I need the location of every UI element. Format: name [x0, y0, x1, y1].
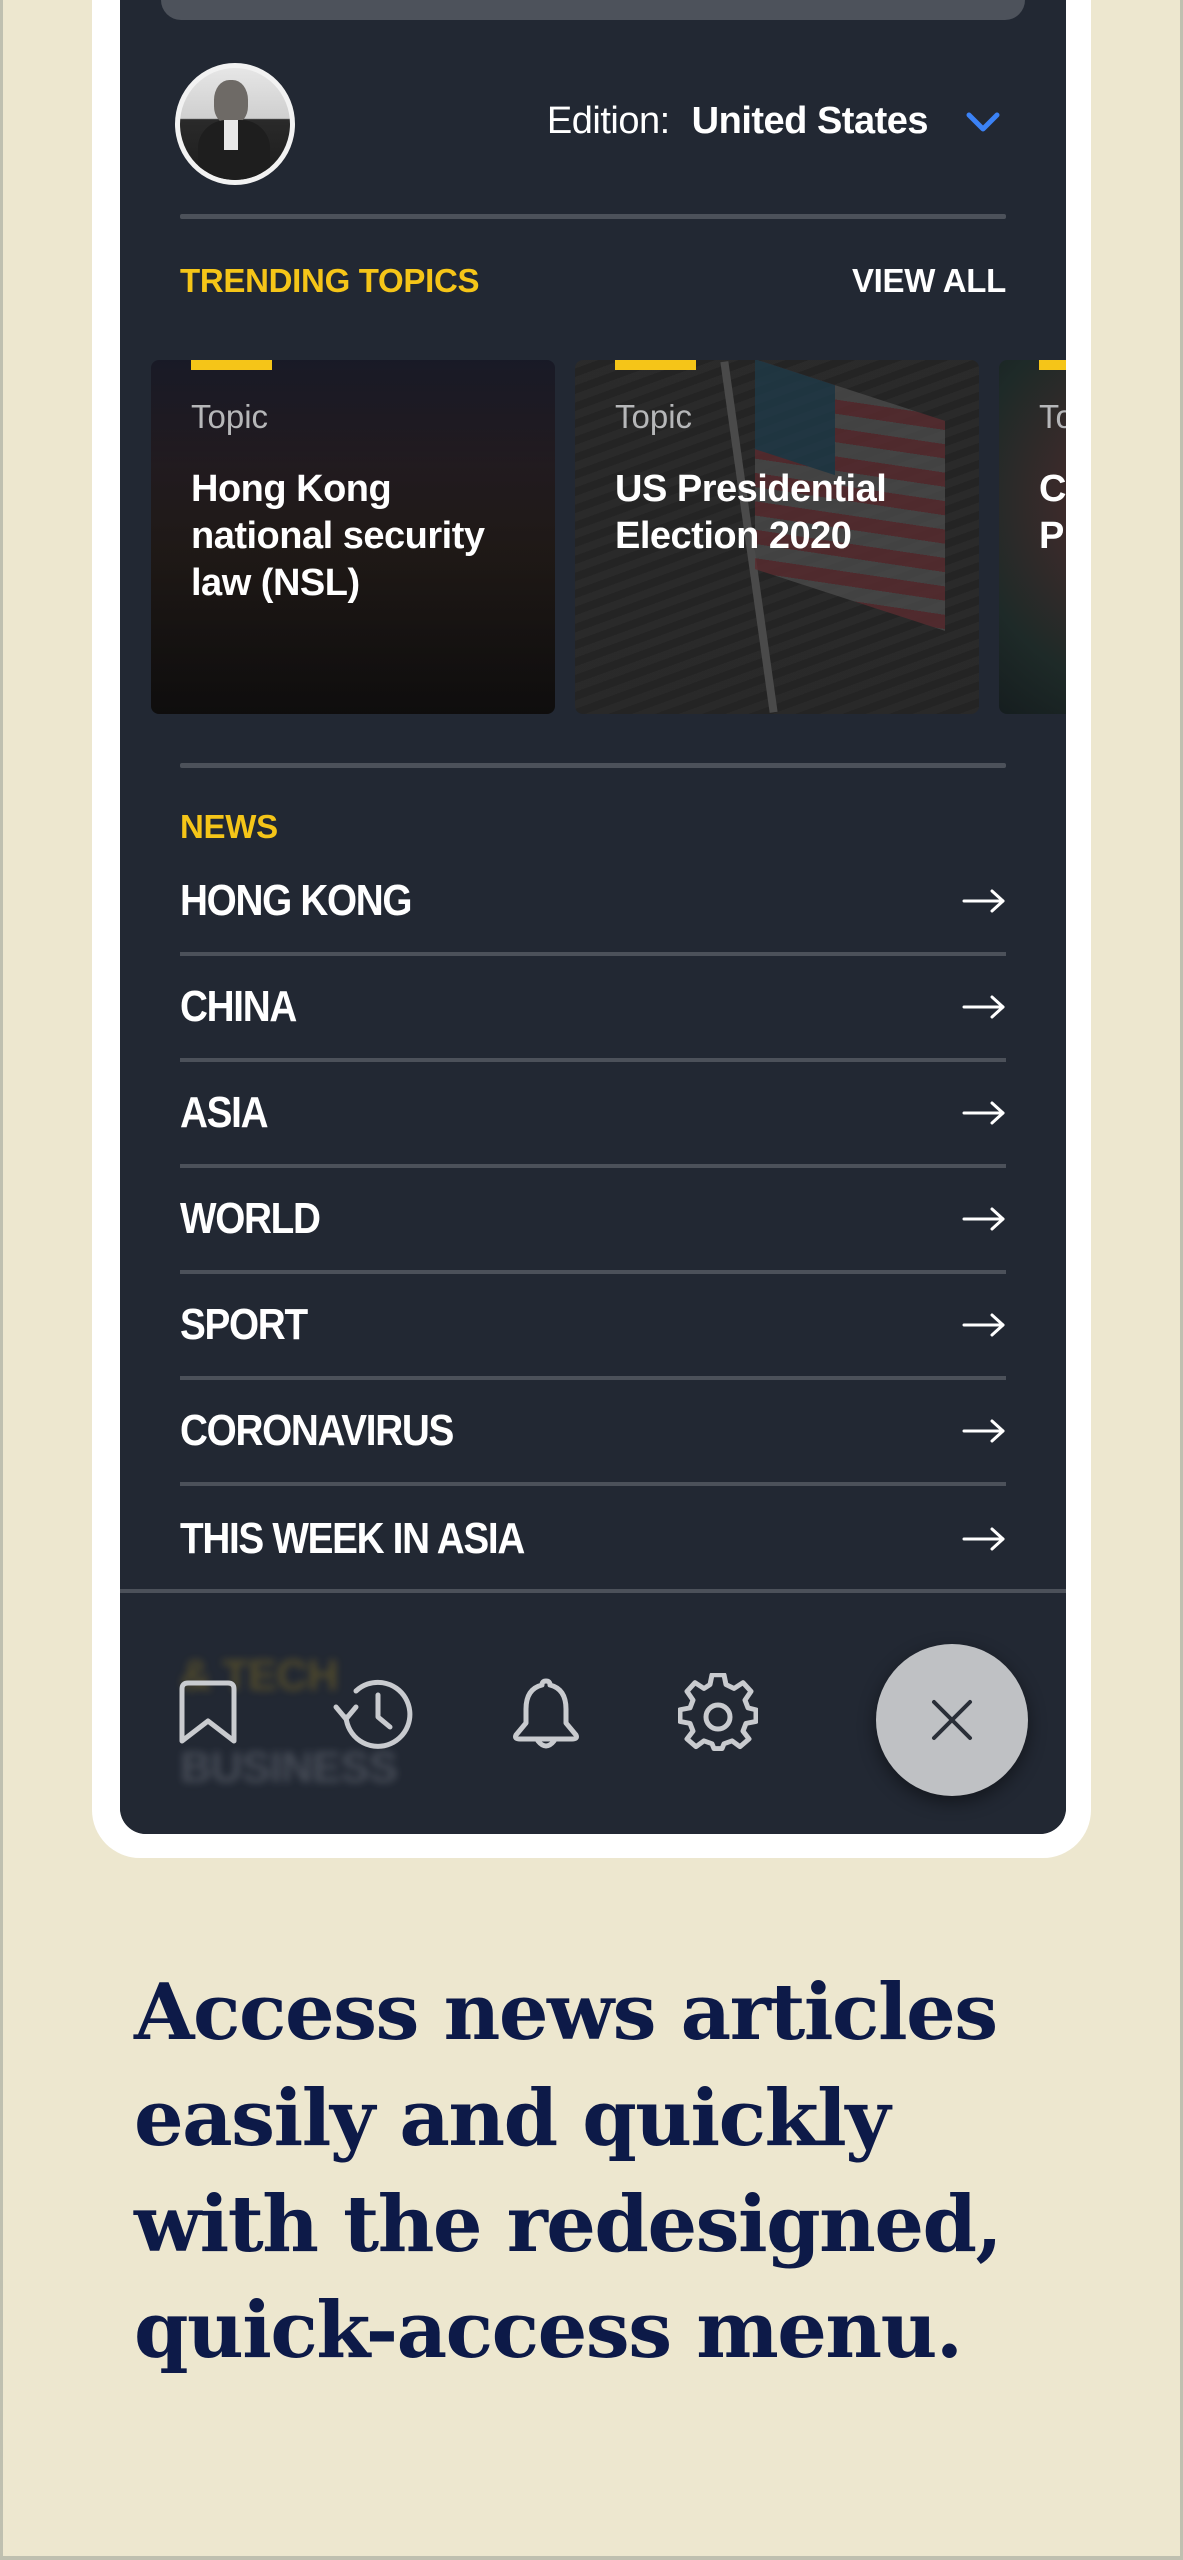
card-accent — [615, 360, 696, 370]
trending-topics-title: TRENDING TOPICS — [180, 262, 480, 299]
topic-card[interactable]: To C P — [999, 360, 1066, 714]
news-nav-label: CHINA — [180, 982, 297, 1031]
card-title: Hong Kong national security law (NSL) — [191, 468, 485, 604]
history-icon[interactable] — [332, 1673, 416, 1753]
topic-card[interactable]: Topic Hong Kong national security law (N… — [151, 360, 555, 714]
gear-icon[interactable] — [678, 1673, 758, 1753]
news-nav-item[interactable]: CORONAVIRUS — [180, 1380, 1006, 1486]
bottom-toolbar: & TECH BUSINESS — [120, 1589, 1066, 1834]
news-nav-label: CORONAVIRUS — [180, 1406, 454, 1455]
card-kind: Topic — [615, 398, 693, 435]
news-nav-label: THIS WEEK IN ASIA — [180, 1514, 525, 1563]
edition-label: Edition: — [546, 100, 670, 142]
news-nav-label: ASIA — [180, 1088, 269, 1137]
edition-value: United States — [691, 100, 929, 142]
card-kind: To — [1039, 398, 1066, 435]
news-list: HONG KONG CHINA ASIA WORLD SPORT CORONAVIRUS T… — [180, 850, 1006, 1592]
edition-selector[interactable]: Edition: United States — [547, 100, 1000, 143]
bell-icon[interactable] — [510, 1675, 582, 1753]
arrow-right-icon — [962, 1313, 1005, 1337]
close-icon — [932, 1700, 972, 1740]
close-menu-button[interactable] — [876, 1644, 1028, 1796]
arrow-right-icon — [962, 995, 1005, 1019]
arrow-right-icon — [962, 1101, 1005, 1125]
app-screen: Edition: United States TRENDING TOPICS V… — [120, 0, 1066, 1834]
card-title: US Presidential Election 2020 — [615, 468, 887, 557]
avatar-head — [214, 80, 248, 124]
avatar[interactable] — [175, 63, 295, 185]
news-nav-label: WORLD — [180, 1194, 321, 1243]
card-kind: Topic — [191, 398, 269, 435]
card-accent — [1039, 360, 1066, 370]
news-section-title: NEWS — [180, 808, 278, 845]
arrow-right-icon — [962, 1527, 1005, 1551]
arrow-right-icon — [962, 889, 1005, 913]
news-nav-item[interactable]: HONG KONG — [180, 850, 1006, 956]
divider — [180, 214, 1006, 219]
divider — [180, 763, 1006, 768]
arrow-right-icon — [962, 1207, 1005, 1231]
bookmark-icon[interactable] — [176, 1679, 240, 1747]
avatar-shirt — [224, 120, 238, 150]
news-nav-item[interactable]: CHINA — [180, 956, 1006, 1062]
promo-caption: Access news articles easily and quickly … — [134, 1967, 1003, 2376]
news-nav-item[interactable]: ASIA — [180, 1062, 1006, 1168]
trending-carousel[interactable]: Topic Hong Kong national security law (N… — [151, 360, 1066, 714]
search-bar-partial[interactable] — [161, 0, 1025, 20]
arrow-right-icon — [962, 1419, 1005, 1443]
news-nav-item[interactable]: SPORT — [180, 1274, 1006, 1380]
card-title: C P — [1039, 468, 1066, 557]
chevron-down-icon[interactable] — [966, 111, 1000, 133]
card-accent — [191, 360, 272, 370]
topic-card[interactable]: Topic US Presidential Election 2020 — [575, 360, 979, 714]
view-all-link[interactable]: VIEW ALL — [852, 262, 1006, 300]
news-nav-item[interactable]: WORLD — [180, 1168, 1006, 1274]
news-nav-label: SPORT — [180, 1300, 308, 1349]
news-nav-item[interactable]: THIS WEEK IN ASIA — [180, 1486, 1006, 1592]
news-nav-label: HONG KONG — [180, 876, 413, 925]
